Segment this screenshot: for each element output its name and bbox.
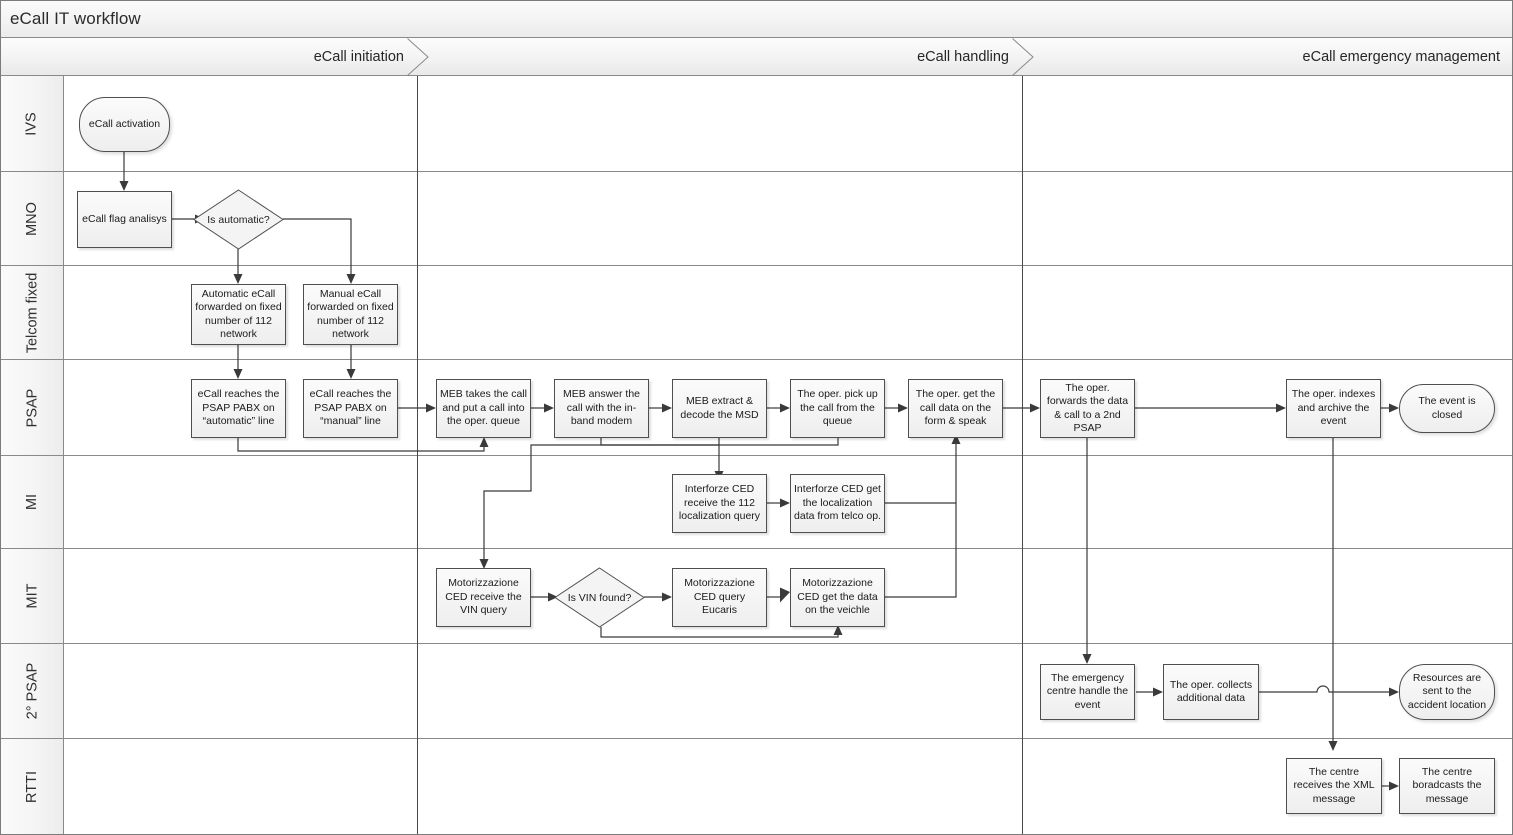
- phase-band: eCall initiation eCall handling eCall em…: [1, 38, 1512, 76]
- lane-label: MI: [23, 493, 40, 511]
- lane-label: 2° PSAP: [23, 662, 40, 720]
- node-resources-sent[interactable]: Resources are sent to the accident locat…: [1399, 664, 1495, 720]
- lane-body-mi: [64, 456, 1512, 549]
- node-oper-forwards-to-2nd-psap[interactable]: The oper. forwards the data & call to a …: [1040, 379, 1135, 438]
- page-title: eCall IT workflow: [10, 9, 141, 28]
- lane-body-ivs: [64, 76, 1512, 172]
- node-pabx-automatic-line[interactable]: eCall reaches the PSAP PABX on “automati…: [191, 379, 286, 438]
- lane-header-rtti: RTTI: [1, 739, 64, 834]
- node-interforze-receive-112-query[interactable]: Interforze CED receive the 112 localizat…: [672, 474, 767, 533]
- node-motorizzazione-get-vehicle-data[interactable]: Motorizzazione CED get the data on the v…: [790, 568, 885, 627]
- lane-header-psap: PSAP: [1, 360, 64, 456]
- phase-label: eCall emergency management: [1302, 49, 1500, 65]
- node-pabx-manual-line[interactable]: eCall reaches the PSAP PABX on “manual” …: [303, 379, 398, 438]
- node-motorizzazione-receive-vin[interactable]: Motorizzazione CED receive the VIN query: [436, 568, 531, 627]
- phase-label: eCall initiation: [313, 49, 404, 65]
- node-manual-ecall-forwarded[interactable]: Manual eCall forwarded on fixed number o…: [303, 284, 398, 345]
- lane-header-mno: MNO: [1, 172, 64, 266]
- phase-ecall-initiation: eCall initiation: [1, 38, 429, 76]
- lane-header-mit: MIT: [1, 549, 64, 644]
- node-meb-extract-decode-msd[interactable]: MEB extract & decode the MSD: [672, 379, 767, 438]
- lane-body-2nd-psap: [64, 644, 1512, 739]
- lane-label: IVS: [24, 111, 40, 136]
- lane-label: Telcom fixed: [24, 272, 40, 353]
- lane-header-mi: MI: [1, 456, 64, 549]
- node-emergency-centre-handle-event[interactable]: The emergency centre handle the event: [1040, 664, 1135, 720]
- node-is-automatic-decision[interactable]: Is automatic?: [193, 189, 284, 250]
- node-interforze-get-localization[interactable]: Interforze CED get the localization data…: [790, 474, 885, 533]
- lane-label: MIT: [24, 583, 40, 609]
- lane-header-ivs: IVS: [1, 76, 64, 172]
- phase-ecall-handling: eCall handling: [419, 38, 1034, 76]
- node-oper-collects-additional-data[interactable]: The oper. collects additional data: [1163, 664, 1259, 720]
- lane-header-2nd-psap: 2° PSAP: [1, 644, 64, 739]
- node-centre-broadcasts-message[interactable]: The centre boradcasts the message: [1399, 758, 1495, 814]
- phase-divider-1: [417, 76, 418, 834]
- node-is-vin-found-decision[interactable]: Is VIN found?: [554, 567, 645, 628]
- diagram-title-bar: eCall IT workflow: [1, 1, 1512, 38]
- lane-header-telcom-fixed: Telcom fixed: [1, 266, 64, 360]
- node-automatic-ecall-forwarded[interactable]: Automatic eCall forwarded on fixed numbe…: [191, 284, 286, 345]
- node-event-is-closed[interactable]: The event is closed: [1399, 384, 1495, 433]
- node-ecall-flag-analisys[interactable]: eCall flag analisys: [77, 191, 172, 248]
- lane-label: PSAP: [24, 388, 40, 427]
- lane-body-mit: [64, 549, 1512, 644]
- node-meb-answer-call[interactable]: MEB answer the call with the in-band mod…: [554, 379, 649, 438]
- lane-label: MNO: [24, 201, 40, 236]
- node-oper-indexes-archive[interactable]: The oper. indexes and archive the event: [1286, 379, 1381, 438]
- node-meb-takes-call[interactable]: MEB takes the call and put a call into t…: [436, 379, 531, 438]
- lane-label: RTTI: [23, 771, 40, 803]
- node-ecall-activation[interactable]: eCall activation: [79, 97, 170, 152]
- node-oper-get-call-data[interactable]: The oper. get the call data on the form …: [908, 379, 1003, 438]
- node-motorizzazione-query-eucaris[interactable]: Motorizzazione CED query Eucaris: [672, 568, 767, 627]
- phase-label: eCall handling: [917, 49, 1009, 65]
- phase-divider-2: [1022, 76, 1023, 834]
- workflow-diagram: eCall IT workflow eCall initiation eCall…: [0, 0, 1513, 835]
- node-centre-receives-xml[interactable]: The centre receives the XML message: [1286, 758, 1382, 814]
- node-oper-pick-up-call[interactable]: The oper. pick up the call from the queu…: [790, 379, 885, 438]
- phase-ecall-emergency-management: eCall emergency management: [1023, 38, 1512, 76]
